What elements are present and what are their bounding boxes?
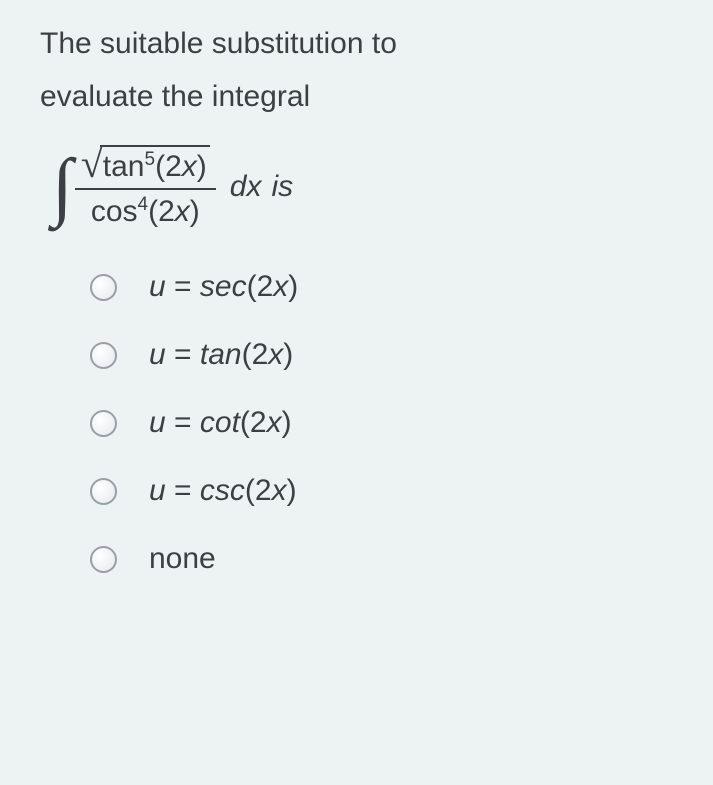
option-1[interactable]: u = sec(2x) — [90, 270, 673, 304]
radio-icon[interactable] — [90, 410, 117, 437]
option-3-func: cot — [200, 406, 240, 439]
option-5-text: none — [149, 542, 216, 576]
option-2-text: u = tan(2x) — [149, 338, 293, 372]
option-3-var: u — [149, 406, 166, 439]
question-container: The suitable substitution to evaluate th… — [0, 0, 713, 640]
num-exp: 5 — [145, 149, 156, 170]
option-1-arg: (2x) — [247, 270, 299, 303]
option-1-func: sec — [200, 270, 247, 303]
option-5[interactable]: none — [90, 542, 673, 576]
option-3[interactable]: u = cot(2x) — [90, 406, 673, 440]
option-3-text: u = cot(2x) — [149, 406, 292, 440]
option-2-func: tan — [200, 338, 242, 371]
den-arg: (2x) — [148, 195, 200, 228]
option-3-eq: = — [166, 406, 200, 439]
sqrt-content: tan5(2x) — [100, 145, 210, 184]
option-4-var: u — [149, 474, 166, 507]
denominator: cos4(2x) — [85, 190, 206, 229]
option-4-arg: (2x) — [245, 474, 297, 507]
dx: dx — [230, 170, 262, 204]
option-4-text: u = csc(2x) — [149, 474, 297, 508]
integral-symbol-icon: ∫ — [52, 143, 73, 230]
option-4-eq: = — [166, 474, 200, 507]
option-2-eq: = — [166, 338, 200, 371]
num-arg: (2x) — [155, 150, 207, 183]
num-func: tan — [103, 150, 145, 183]
radio-icon[interactable] — [90, 546, 117, 573]
option-1-text: u = sec(2x) — [149, 270, 298, 304]
question-line-2: evaluate the integral — [40, 80, 310, 113]
sqrt: √ tan5(2x) — [81, 144, 210, 184]
numerator: √ tan5(2x) — [75, 144, 216, 190]
radio-icon[interactable] — [90, 274, 117, 301]
option-3-arg: (2x) — [240, 406, 292, 439]
suffix: is — [271, 170, 293, 204]
den-exp: 4 — [138, 194, 149, 215]
options-list: u = sec(2x) u = tan(2x) u = cot(2x) u = … — [90, 270, 673, 576]
question-stem: The suitable substitution to evaluate th… — [40, 18, 673, 123]
option-1-eq: = — [166, 270, 200, 303]
radio-icon[interactable] — [90, 342, 117, 369]
radio-icon[interactable] — [90, 478, 117, 505]
option-2-var: u — [149, 338, 166, 371]
option-2-arg: (2x) — [242, 338, 294, 371]
option-4[interactable]: u = csc(2x) — [90, 474, 673, 508]
den-func: cos — [91, 195, 138, 228]
option-1-var: u — [149, 270, 166, 303]
question-line-1: The suitable substitution to — [40, 27, 397, 60]
option-4-func: csc — [200, 474, 245, 507]
option-2[interactable]: u = tan(2x) — [90, 338, 673, 372]
integral-expression: ∫ √ tan5(2x) cos4(2x) dx is — [52, 143, 673, 230]
fraction: √ tan5(2x) cos4(2x) — [75, 144, 216, 229]
